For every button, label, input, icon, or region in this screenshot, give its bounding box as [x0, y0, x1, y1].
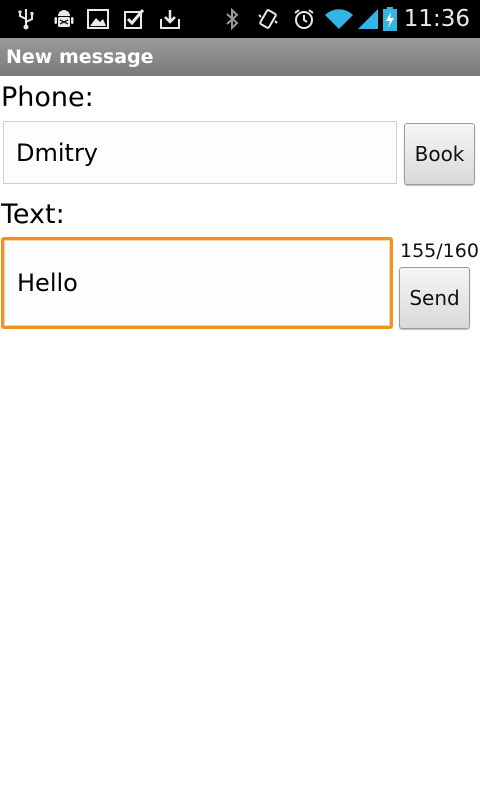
battery-charging-icon [383, 7, 397, 31]
send-button[interactable]: Send [399, 267, 470, 329]
download-icon [160, 10, 180, 29]
clock: 11:36 [403, 6, 470, 32]
phone-field[interactable]: Dmitry [3, 121, 397, 184]
alarm-icon [294, 9, 314, 29]
android-debug-icon [54, 10, 74, 27]
vibrate-icon [258, 9, 278, 29]
wifi-icon [325, 9, 353, 29]
usb-icon [18, 9, 34, 30]
title-bar: New message [0, 38, 480, 76]
message-text-field[interactable]: Hello [1, 237, 393, 329]
text-label: Text: [1, 199, 65, 230]
status-bar: 11:36 [0, 0, 480, 38]
checkbox-icon [124, 9, 145, 29]
bluetooth-icon [226, 7, 239, 31]
book-button[interactable]: Book [404, 123, 475, 185]
page-title: New message [6, 46, 154, 68]
char-counter: 155/160 [400, 240, 479, 262]
image-icon [87, 9, 109, 29]
phone-label: Phone: [1, 82, 94, 113]
signal-icon [358, 9, 378, 29]
